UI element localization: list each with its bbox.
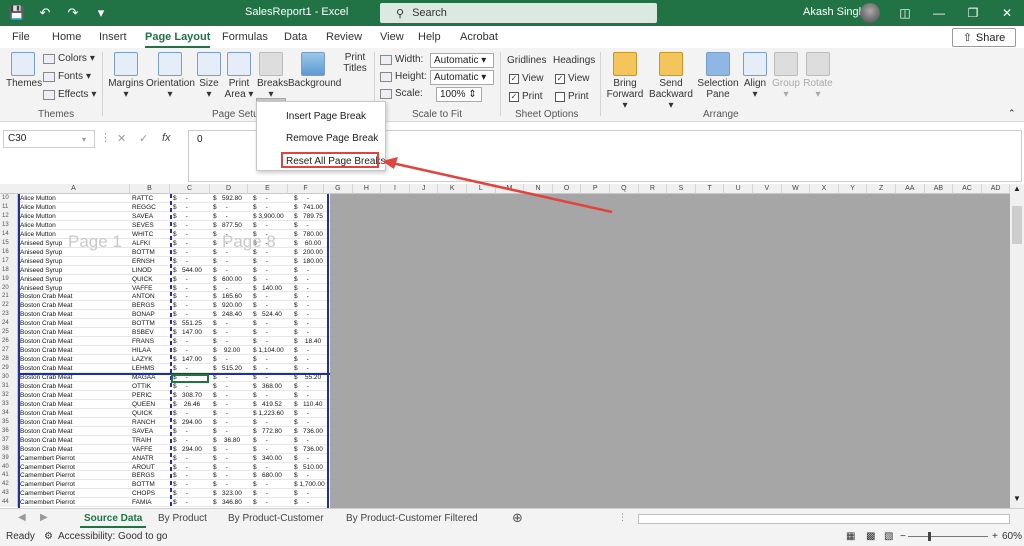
annotation-arrow [382,157,613,214]
